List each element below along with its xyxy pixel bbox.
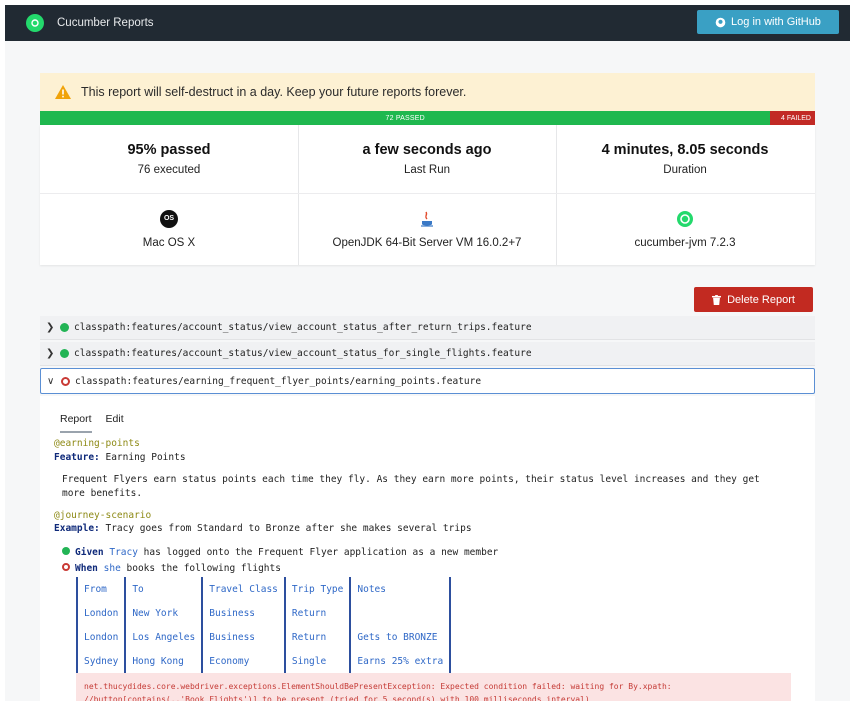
java-icon [421, 211, 433, 227]
trash-icon [712, 294, 722, 305]
passed-value: 95% passed [127, 142, 211, 158]
jvm-label: OpenJDK 64-Bit Server VM 16.0.2+7 [332, 236, 522, 249]
summary-panel: 95% passed 76 executed a few seconds ago… [40, 125, 815, 265]
tab-report[interactable]: Report [60, 413, 92, 433]
table-row: From To Travel Class Trip Type Notes [75, 577, 452, 601]
jvm-info: OpenJDK 64-Bit Server VM 16.0.2+7 [298, 193, 556, 265]
expiry-warning-banner: This report will self-destruct in a day.… [40, 73, 815, 111]
table-cell: Hong Kong [124, 649, 203, 673]
scenario-heading: Example: Tracy goes from Standard to Bro… [54, 523, 472, 534]
table-row: London New York Business Return [75, 601, 452, 625]
duration-label: Duration [663, 164, 707, 176]
github-icon [715, 17, 726, 27]
passed-stat: 95% passed 76 executed [40, 125, 298, 193]
tab-edit[interactable]: Edit [106, 413, 124, 433]
cucumber-icon [677, 210, 693, 227]
warning-icon [55, 85, 71, 99]
runner-label: cucumber-jvm 7.2.3 [634, 236, 736, 249]
table-cell: Single [283, 649, 351, 673]
warning-text: This report will self-destruct in a day.… [81, 85, 467, 99]
duration-value: 4 minutes, 8.05 seconds [601, 142, 769, 158]
table-cell: Los Angeles [124, 625, 203, 649]
table-cell: Economy [201, 649, 285, 673]
github-login-button[interactable]: Log in with GitHub [697, 10, 839, 34]
passed-status-icon [62, 547, 70, 555]
os-label: Mac OS X [142, 236, 196, 249]
last-run-stat: a few seconds ago Last Run [298, 125, 556, 193]
delete-report-label: Delete Report [727, 293, 795, 306]
step-actor: she [103, 563, 121, 574]
failed-segment: 4 FAILED [770, 111, 815, 125]
step-text: has logged onto the Frequent Flyer appli… [137, 547, 499, 558]
step-keyword: When [75, 563, 98, 574]
feature-row[interactable]: ❯ classpath:features/account_status/view… [40, 316, 815, 340]
table-cell: From [75, 577, 126, 601]
feature-row[interactable]: ❯ classpath:features/account_status/view… [40, 342, 815, 366]
table-cell: Notes [349, 577, 452, 601]
table-cell: Business [201, 625, 285, 649]
duration-stat: 4 minutes, 8.05 seconds Duration [556, 125, 814, 193]
table-cell: Sydney [75, 649, 126, 673]
table-cell: New York [124, 601, 203, 625]
failed-label: 4 FAILED [781, 114, 811, 122]
example-keyword: Example: [54, 523, 100, 534]
table-row: London Los Angeles Business Return Gets … [75, 625, 452, 649]
error-message: net.thucydides.core.webdriver.exceptions… [76, 673, 791, 701]
feature-report: Report Edit @earning-points Feature: Ear… [40, 396, 815, 701]
feature-row-expanded[interactable]: ∨ classpath:features/earning_frequent_fl… [40, 368, 815, 394]
github-login-label: Log in with GitHub [731, 16, 821, 28]
executed-count: 76 executed [137, 164, 201, 176]
step-actor: Tracy [109, 547, 138, 558]
delete-report-button[interactable]: Delete Report [694, 287, 813, 312]
failed-status-icon [61, 376, 70, 386]
table-cell: London [75, 601, 126, 625]
table-cell: Business [201, 601, 285, 625]
passed-segment: 72 PASSED [40, 111, 771, 125]
table-row: Sydney Hong Kong Economy Single Earns 25… [75, 649, 452, 673]
table-cell: Travel Class [201, 577, 285, 601]
table-cell: Earns 25% extra [349, 649, 452, 673]
step-given: Given Tracy has logged onto the Frequent… [62, 547, 498, 558]
table-cell: Return [283, 601, 351, 625]
feature-path: classpath:features/account_status/view_a… [74, 348, 532, 359]
scenario-name: Tracy goes from Standard to Bronze after… [99, 523, 472, 534]
app-title: Cucumber Reports [57, 17, 154, 29]
runner-info: cucumber-jvm 7.2.3 [556, 193, 814, 265]
table-cell: Return [283, 625, 351, 649]
chevron-right-icon: ❯ [46, 348, 55, 359]
last-run-value: a few seconds ago [362, 142, 492, 158]
result-progress-bar: 72 PASSED 4 FAILED [40, 111, 815, 125]
os-icon: OS [160, 209, 178, 228]
last-run-label: Last Run [403, 164, 451, 176]
step-keyword: Given [75, 547, 104, 558]
step-text: books the following flights [120, 563, 281, 574]
table-cell: London [75, 625, 126, 649]
table-cell [349, 601, 452, 625]
failed-status-icon [62, 563, 70, 571]
feature-keyword: Feature: [54, 452, 100, 463]
feature-path: classpath:features/earning_frequent_flye… [75, 375, 482, 387]
table-cell: Gets to BRONZE [349, 625, 452, 649]
cucumber-logo-icon [26, 14, 44, 32]
feature-name: Earning Points [99, 452, 186, 463]
flights-data-table: From To Travel Class Trip Type Notes Lon… [75, 577, 452, 673]
os-info: OS Mac OS X [40, 193, 298, 265]
step-when: When she books the following flights [62, 563, 281, 574]
chevron-right-icon: ❯ [46, 322, 55, 333]
chevron-down-icon: ∨ [47, 375, 55, 387]
report-tabs: Report Edit [60, 413, 124, 433]
feature-path: classpath:features/account_status/view_a… [74, 322, 532, 333]
table-cell: To [124, 577, 203, 601]
feature-heading: Feature: Earning Points [54, 452, 186, 463]
scenario-tag: @journey-scenario [54, 510, 152, 521]
top-bar: Cucumber Reports Log in with GitHub [5, 5, 850, 41]
feature-tag: @earning-points [54, 438, 140, 449]
feature-description: Frequent Flyers earn status points each … [62, 474, 760, 499]
table-cell: Trip Type [283, 577, 351, 601]
passed-label: 72 PASSED [385, 114, 425, 122]
passed-status-icon [60, 349, 69, 358]
passed-status-icon [60, 323, 69, 332]
